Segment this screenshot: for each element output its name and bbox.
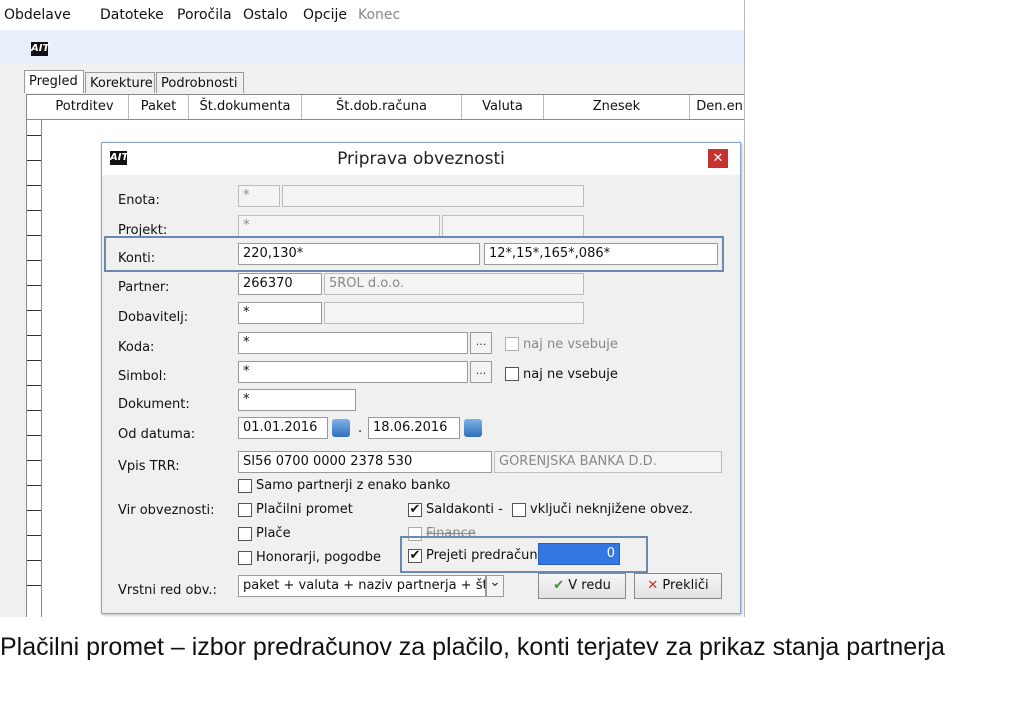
tab-pregled[interactable]: Pregled bbox=[24, 70, 84, 93]
saldakonti-checkbox[interactable]: ✔ bbox=[408, 503, 422, 517]
row-indicator-column bbox=[27, 95, 42, 617]
col-header-valuta[interactable]: Valuta bbox=[462, 95, 544, 119]
place-label: Plače bbox=[256, 526, 291, 541]
label-koda: Koda: bbox=[118, 340, 155, 355]
ok-button-label: V redu bbox=[568, 578, 611, 593]
dobavitelj-field[interactable]: * bbox=[238, 302, 322, 324]
menu-konec[interactable]: Konec bbox=[358, 7, 400, 23]
caption-text: Plačilni promet – izbor predračunov za p… bbox=[0, 633, 945, 661]
date-to-field[interactable]: 18.06.2016 bbox=[368, 417, 460, 439]
menu-ostalo[interactable]: Ostalo bbox=[243, 7, 288, 23]
trr-field[interactable]: SI56 0700 0000 2378 530 bbox=[238, 451, 492, 473]
dialog-title: Priprava obveznosti bbox=[337, 149, 505, 169]
tab-podrobnosti[interactable]: Podrobnosti bbox=[156, 72, 244, 93]
tab-korekture[interactable]: Korekture bbox=[85, 72, 155, 93]
vrstni-red-select[interactable]: paket + valuta + naziv partnerja + št.do… bbox=[238, 575, 486, 597]
menu-datoteke[interactable]: Datoteke bbox=[100, 7, 164, 23]
koda-field[interactable]: * bbox=[238, 332, 468, 354]
grid-header: Potrditev Paket Št.dokumenta Št.dob.raču… bbox=[27, 95, 744, 120]
col-header-den-en[interactable]: Den.en bbox=[690, 95, 744, 119]
cancel-button[interactable]: ✕ Prekliči bbox=[634, 573, 722, 599]
partner-name-field: 5ROL d.o.o. bbox=[324, 273, 584, 295]
label-simbol: Simbol: bbox=[118, 369, 167, 384]
placilni-promet-label: Plačilni promet bbox=[256, 502, 353, 517]
menu-obdelave[interactable]: Obdelave bbox=[4, 7, 71, 23]
col-header-st-dokumenta[interactable]: Št.dokumenta bbox=[189, 95, 302, 119]
partner-code-field[interactable]: 266370 bbox=[238, 273, 322, 295]
app-window: Obdelave Datoteke Poročila Ostalo Opcije… bbox=[0, 0, 745, 617]
cancel-x-icon: ✕ bbox=[647, 578, 659, 593]
koda-browse-button[interactable]: ... bbox=[470, 332, 492, 354]
projekt-field[interactable]: * bbox=[238, 215, 440, 237]
check-icon: ✔ bbox=[553, 578, 565, 593]
priprava-obveznosti-dialog: AIT Priprava obveznosti ✕ Enota: * Proje… bbox=[101, 142, 741, 614]
label-vir-obveznosti: Vir obveznosti: bbox=[118, 503, 215, 518]
label-dokument: Dokument: bbox=[118, 397, 190, 412]
label-od-datuma: Od datuma: bbox=[118, 427, 196, 442]
menu-bar: Obdelave Datoteke Poročila Ostalo Opcije… bbox=[0, 0, 744, 30]
calendar-icon[interactable] bbox=[332, 419, 350, 437]
prejeti-highlight-frame bbox=[400, 536, 648, 573]
enota-name-field bbox=[282, 185, 584, 207]
samo-partnerji-checkbox[interactable] bbox=[238, 479, 252, 493]
label-enota: Enota: bbox=[118, 193, 160, 208]
label-vrstni-red: Vrstni red obv.: bbox=[118, 583, 217, 598]
koda-naj-ne-vsebuje-label: naj ne vsebuje bbox=[523, 337, 618, 352]
simbol-browse-button[interactable]: ... bbox=[470, 361, 492, 383]
chevron-down-icon[interactable]: ⌄ bbox=[486, 575, 504, 597]
simbol-naj-ne-vsebuje-checkbox[interactable] bbox=[505, 367, 519, 381]
placilni-promet-checkbox[interactable] bbox=[238, 503, 252, 517]
trr-bank-field: GORENJSKA BANKA D.D. bbox=[494, 451, 722, 473]
vkljuci-neknjizene-label: vključi neknjižene obvez. bbox=[530, 502, 693, 517]
simbol-field[interactable]: * bbox=[238, 361, 468, 383]
koda-naj-ne-vsebuje-checkbox[interactable] bbox=[505, 337, 519, 351]
label-vpis-trr: Vpis TRR: bbox=[118, 459, 180, 474]
col-header-potrditev[interactable]: Potrditev bbox=[41, 95, 129, 119]
cancel-button-label: Prekliči bbox=[662, 578, 709, 593]
toolbar: AIT bbox=[0, 30, 744, 64]
dialog-titlebar[interactable]: AIT Priprava obveznosti ✕ bbox=[102, 143, 740, 175]
label-dobavitelj: Dobavitelj: bbox=[118, 310, 189, 325]
col-header-paket[interactable]: Paket bbox=[129, 95, 189, 119]
vkljuci-neknjizene-checkbox[interactable] bbox=[512, 503, 526, 517]
saldakonti-label: Saldakonti - bbox=[426, 502, 503, 517]
menu-opcije[interactable]: Opcije bbox=[303, 7, 347, 23]
calendar-icon[interactable] bbox=[464, 419, 482, 437]
date-from-field[interactable]: 01.01.2016 bbox=[238, 417, 328, 439]
simbol-naj-ne-vsebuje-label: naj ne vsebuje bbox=[523, 367, 618, 382]
dobavitelj-name-field bbox=[324, 302, 584, 324]
ait-logo-icon: AIT bbox=[31, 42, 50, 56]
ok-button[interactable]: ✔ V redu bbox=[538, 573, 626, 599]
honorarji-label: Honorarji, pogodbe bbox=[256, 550, 381, 565]
place-checkbox[interactable] bbox=[238, 527, 252, 541]
konti-highlight-frame bbox=[104, 236, 724, 272]
honorarji-checkbox[interactable] bbox=[238, 551, 252, 565]
date-separator: . bbox=[358, 421, 363, 436]
col-header-znesek[interactable]: Znesek bbox=[544, 95, 690, 119]
close-button[interactable]: ✕ bbox=[708, 149, 728, 168]
projekt-name-field bbox=[442, 215, 584, 237]
dokument-field[interactable]: * bbox=[238, 389, 356, 411]
col-header-st-dob-racuna[interactable]: Št.dob.računa bbox=[302, 95, 462, 119]
label-partner: Partner: bbox=[118, 280, 170, 295]
samo-partnerji-label: Samo partnerji z enako banko bbox=[256, 478, 451, 493]
enota-field[interactable]: * bbox=[238, 185, 280, 207]
menu-porocila[interactable]: Poročila bbox=[177, 7, 232, 23]
